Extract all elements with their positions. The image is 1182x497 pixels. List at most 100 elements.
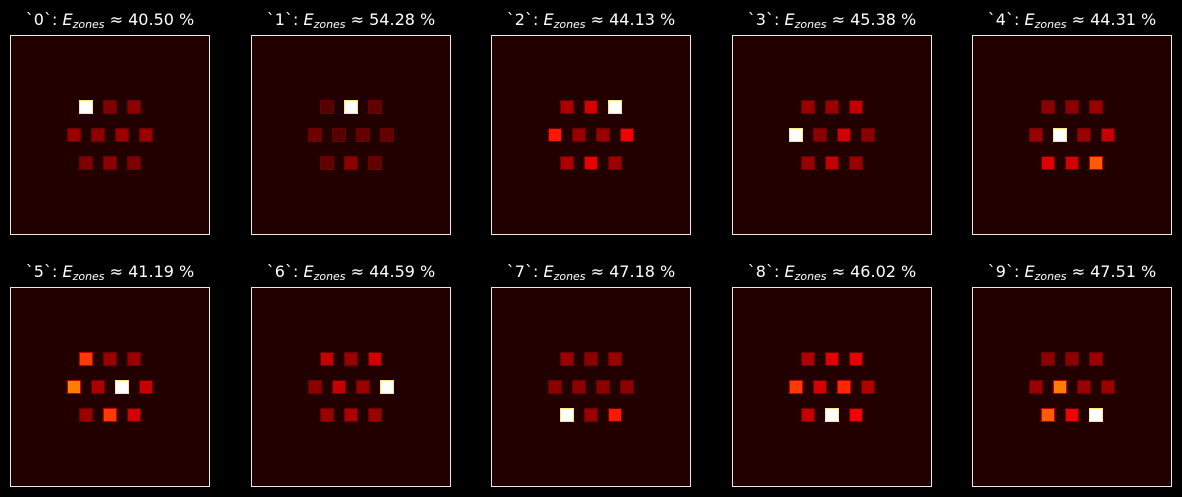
- zone-cell: [103, 352, 117, 366]
- zone-cell: [1065, 100, 1079, 114]
- heatmap-panel: `8`: Ezones ≈ 46.02 %: [732, 262, 932, 487]
- zone-cell: [608, 408, 622, 422]
- panel-title: `1`: Ezones ≈ 54.28 %: [251, 10, 451, 31]
- metric-value: 44.31 %: [1090, 10, 1157, 29]
- zone-cell: [115, 380, 129, 394]
- zone-cell: [572, 380, 586, 394]
- panel-title: `3`: Ezones ≈ 45.38 %: [732, 10, 932, 31]
- zone-cell: [1089, 100, 1103, 114]
- zone-cell: [849, 408, 863, 422]
- heatmap-frame: [972, 287, 1172, 487]
- zone-cell: [79, 408, 93, 422]
- heatmap-frame: [491, 287, 691, 487]
- zone-cell: [596, 380, 610, 394]
- zone-cell: [861, 380, 875, 394]
- zone-cell: [801, 352, 815, 366]
- zone-cell: [356, 128, 370, 142]
- panel-title: `8`: Ezones ≈ 46.02 %: [732, 262, 932, 283]
- zone-cell: [849, 156, 863, 170]
- zone-cell: [356, 380, 370, 394]
- zone-cell: [1077, 380, 1091, 394]
- zone-cell: [1101, 380, 1115, 394]
- metric-symbol: : Ezones ≈: [51, 10, 129, 31]
- zone-cell: [320, 352, 334, 366]
- zone-cell: [608, 100, 622, 114]
- zone-cell: [584, 408, 598, 422]
- zone-cell: [584, 100, 598, 114]
- zone-cell: [91, 380, 105, 394]
- zone-cell: [127, 156, 141, 170]
- heatmap-frame: [251, 287, 451, 487]
- zone-cell: [380, 380, 394, 394]
- panel-title: `6`: Ezones ≈ 44.59 %: [251, 262, 451, 283]
- zone-cell: [344, 352, 358, 366]
- zone-cell: [127, 408, 141, 422]
- metric-symbol: : Ezones ≈: [292, 262, 370, 283]
- zone-cell: [1065, 156, 1079, 170]
- panel-digit-label: `4`: [987, 10, 1014, 29]
- panel-digit-label: `7`: [506, 262, 533, 281]
- heatmap-panel: `6`: Ezones ≈ 44.59 %: [251, 262, 451, 487]
- zone-cell: [1065, 352, 1079, 366]
- zone-cell: [67, 128, 81, 142]
- zone-cell: [91, 128, 105, 142]
- zone-cell: [560, 352, 574, 366]
- metric-symbol: : Ezones ≈: [1013, 262, 1091, 283]
- zone-cell: [368, 408, 382, 422]
- heatmap-panel: `4`: Ezones ≈ 44.31 %: [972, 10, 1172, 235]
- zone-cell: [560, 408, 574, 422]
- zone-cell: [560, 156, 574, 170]
- zone-cell: [320, 156, 334, 170]
- zone-cell: [620, 380, 634, 394]
- panel-digit-label: `8`: [747, 262, 774, 281]
- zone-cell: [368, 352, 382, 366]
- zone-cell: [344, 100, 358, 114]
- zone-cell: [801, 100, 815, 114]
- metric-symbol: : Ezones ≈: [51, 262, 129, 283]
- metric-value: 40.50 %: [128, 10, 195, 29]
- zone-cell: [560, 100, 574, 114]
- zone-cell: [1053, 380, 1067, 394]
- panel-title: `5`: Ezones ≈ 41.19 %: [10, 262, 210, 283]
- zone-cell: [849, 100, 863, 114]
- metric-value: 47.51 %: [1090, 262, 1157, 281]
- heatmap-frame: [10, 35, 210, 235]
- zone-cell: [1077, 128, 1091, 142]
- zone-cell: [861, 128, 875, 142]
- zone-cell: [825, 352, 839, 366]
- panel-title: `0`: Ezones ≈ 40.50 %: [10, 10, 210, 31]
- panel-digit-label: `2`: [506, 10, 533, 29]
- zone-cell: [344, 156, 358, 170]
- zone-cell: [320, 100, 334, 114]
- zone-cell: [139, 128, 153, 142]
- zone-cell: [801, 156, 815, 170]
- zone-cell: [103, 408, 117, 422]
- heatmap-panel: `1`: Ezones ≈ 54.28 %: [251, 10, 451, 235]
- heatmap-panel: `0`: Ezones ≈ 40.50 %: [10, 10, 210, 235]
- zone-cell: [115, 128, 129, 142]
- zone-cell: [620, 128, 634, 142]
- zone-cell: [344, 408, 358, 422]
- zone-cell: [320, 408, 334, 422]
- metric-value: 46.02 %: [850, 262, 917, 281]
- zone-cell: [368, 100, 382, 114]
- zone-cell: [332, 128, 346, 142]
- metric-symbol: : Ezones ≈: [773, 262, 851, 283]
- zone-cell: [548, 128, 562, 142]
- zone-cell: [127, 352, 141, 366]
- heatmap-panel: `7`: Ezones ≈ 47.18 %: [491, 262, 691, 487]
- heatmap-frame: [251, 35, 451, 235]
- zone-cell: [380, 128, 394, 142]
- heatmap-panel: `2`: Ezones ≈ 44.13 %: [491, 10, 691, 235]
- zone-cell: [1089, 408, 1103, 422]
- zone-cell: [837, 380, 851, 394]
- zone-cell: [103, 156, 117, 170]
- zone-cell: [1029, 128, 1043, 142]
- heatmap-panel: `9`: Ezones ≈ 47.51 %: [972, 262, 1172, 487]
- metric-symbol: : Ezones ≈: [292, 10, 370, 31]
- zone-cell: [332, 380, 346, 394]
- panel-digit-label: `5`: [25, 262, 52, 281]
- zone-cell: [825, 408, 839, 422]
- zone-cell: [608, 352, 622, 366]
- zone-cell: [1089, 156, 1103, 170]
